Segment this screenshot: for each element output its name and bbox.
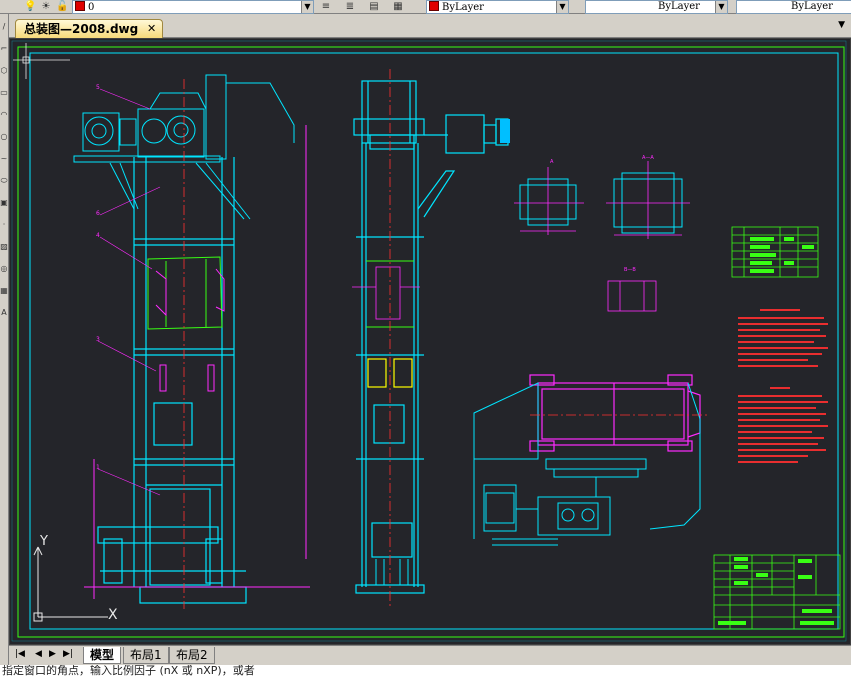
svg-text:3: 3 <box>96 336 100 343</box>
sun-icon[interactable]: ☀ <box>40 1 52 13</box>
layer-states-icon[interactable]: ▤ <box>368 1 380 13</box>
motor-cap <box>500 119 510 143</box>
line-tool-icon[interactable]: / <box>0 22 8 36</box>
svg-text:4: 4 <box>96 232 100 239</box>
svg-text:5: 5 <box>96 84 100 91</box>
layout-tab-bar: |◀ ◀ ▶ ▶| 模型 布局1 布局2 <box>9 645 851 665</box>
spec-table <box>731 226 819 278</box>
color-value: ByLayer <box>442 2 484 13</box>
color-dropdown[interactable]: ByLayer ▼ <box>426 0 569 14</box>
spec-table-fill <box>750 237 814 273</box>
draw-toolbar: / ⌐ ⬡ ▭ ◠ ○ ~ ⬭ ▣ · ▨ ◎ ▦ A <box>0 14 9 678</box>
close-icon[interactable]: ✕ <box>147 20 156 38</box>
title-block-fill <box>718 557 834 625</box>
command-line[interactable]: 指定窗口的角点，输入比例因子 (nX 或 nXP)，或者 <box>0 665 851 678</box>
svg-text:B—B: B—B <box>624 267 636 273</box>
tab-layout1[interactable]: 布局1 <box>123 647 169 664</box>
tab-model[interactable]: 模型 <box>83 647 122 664</box>
polygon-tool-icon[interactable]: ⬡ <box>0 66 8 80</box>
chevron-down-icon[interactable]: ▼ <box>715 1 727 13</box>
svg-text:A: A <box>550 159 554 165</box>
layer-previous-icon[interactable]: ≣ <box>344 1 356 13</box>
layer-dropdown[interactable]: 0 ▼ <box>72 0 314 14</box>
drawing-canvas[interactable]: 5 6 4 3 1 A A—A B—B Y X <box>9 38 851 645</box>
layer-manager-icon[interactable]: ▦ <box>392 1 404 13</box>
tab-list-icon[interactable]: ▼ <box>838 20 845 30</box>
point-tool-icon[interactable]: · <box>0 220 8 234</box>
lineweight-value: ByLayer <box>791 1 833 12</box>
linetype-value: ByLayer <box>658 1 700 12</box>
front-view: 5 6 4 3 1 <box>73 74 310 609</box>
sheet-outline <box>11 40 847 642</box>
lineweight-dropdown[interactable]: ByLayer <box>736 0 851 14</box>
spline-tool-icon[interactable]: ~ <box>0 154 8 168</box>
first-tab-icon[interactable]: |◀ <box>15 649 25 659</box>
ucs-y-label: Y <box>39 534 48 549</box>
table-tool-icon[interactable]: ▦ <box>0 286 8 300</box>
plan-view <box>473 374 710 546</box>
crosshair-cursor <box>13 43 70 79</box>
polyline-tool-icon[interactable]: ⌐ <box>0 44 8 58</box>
linetype-dropdown[interactable]: ByLayer ▼ <box>585 0 728 14</box>
rectangle-tool-icon[interactable]: ▭ <box>0 88 8 102</box>
ucs-x-label: X <box>108 607 118 623</box>
svg-text:A—A: A—A <box>642 155 654 161</box>
chevron-down-icon[interactable]: ▼ <box>556 1 568 13</box>
region-tool-icon[interactable]: ◎ <box>0 264 8 278</box>
next-tab-icon[interactable]: ▶ <box>49 649 56 659</box>
svg-text:6: 6 <box>96 210 100 217</box>
technical-notes <box>738 309 828 463</box>
document-title: 总装图—2008.dwg <box>24 22 139 36</box>
hatch-tool-icon[interactable]: ▨ <box>0 242 8 256</box>
ellipse-tool-icon[interactable]: ⬭ <box>0 176 8 190</box>
tab-layout2[interactable]: 布局2 <box>169 647 215 664</box>
chevron-down-icon[interactable]: ▼ <box>301 1 313 13</box>
last-tab-icon[interactable]: ▶| <box>63 649 73 659</box>
insert-block-icon[interactable]: ▣ <box>0 198 8 212</box>
lock-icon[interactable]: 🔓 <box>56 1 68 13</box>
title-block <box>713 554 841 630</box>
properties-toolbar: 💡 ☀ 🔓 0 ▼ ≡ ≣ ▤ ▦ ByLayer ▼ ByLayer ▼ By… <box>0 0 851 14</box>
svg-text:1: 1 <box>96 464 100 471</box>
circle-tool-icon[interactable]: ○ <box>0 132 8 146</box>
ucs-icon <box>33 546 108 622</box>
side-view <box>352 69 510 609</box>
text-tool-icon[interactable]: A <box>0 308 8 322</box>
prev-tab-icon[interactable]: ◀ <box>35 649 42 659</box>
color-swatch <box>429 1 439 11</box>
document-tab[interactable]: 总装图—2008.dwg ✕ <box>15 19 164 38</box>
cad-drawing: 5 6 4 3 1 AA—AB—B Y X <box>11 40 847 642</box>
lightbulb-icon[interactable]: 💡 <box>24 1 36 13</box>
document-tab-bar: 总装图—2008.dwg ✕ ▼ <box>9 16 851 38</box>
make-current-layer-icon[interactable]: ≡ <box>320 1 332 13</box>
layer-color-swatch <box>75 1 85 11</box>
arc-tool-icon[interactable]: ◠ <box>0 110 8 124</box>
detail-views: A A—A B—B <box>514 155 690 312</box>
layer-name: 0 <box>88 2 95 13</box>
